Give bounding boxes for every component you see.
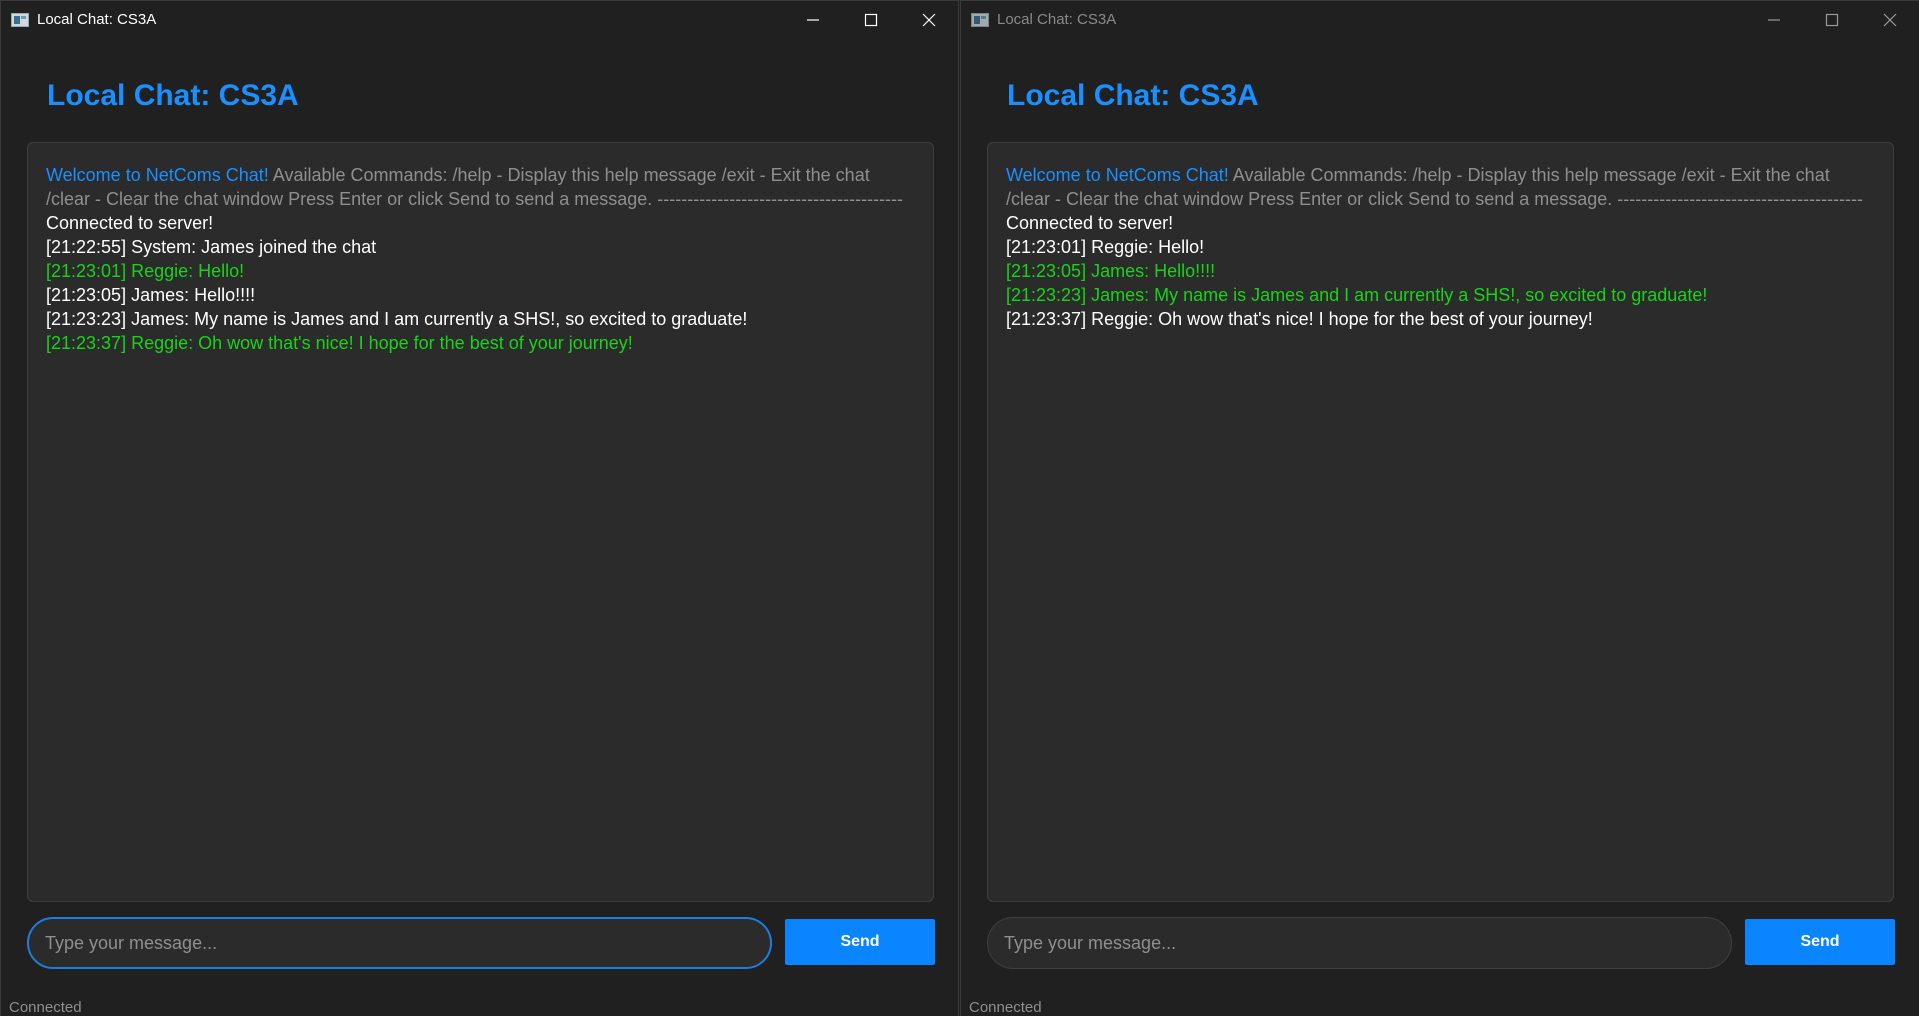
welcome-message: Welcome to NetComs Chat! Available Comma… [1006,163,1875,211]
chat-log[interactable]: Welcome to NetComs Chat! Available Comma… [27,142,934,902]
title-bar[interactable]: Local Chat: CS3A [1,1,958,39]
maximize-button[interactable] [842,1,900,39]
app-icon [11,13,29,27]
chat-message: [21:23:05] James: Hello!!!! [46,285,256,305]
minimize-button[interactable] [1745,1,1803,39]
connection-status: Connected [9,999,82,1016]
window-title: Local Chat: CS3A [37,11,157,28]
chat-message: [21:23:01] Reggie: Hello! [46,261,245,281]
chat-message: [21:23:23] James: My name is James and I… [46,309,748,329]
chat-message: [21:23:23] James: My name is James and I… [1006,285,1708,305]
chat-message: [21:23:37] Reggie: Oh wow that's nice! I… [1006,309,1593,329]
maximize-icon [1825,13,1839,27]
chat-message: Connected to server! [46,213,214,233]
chat-heading: Local Chat: CS3A [1007,79,1259,112]
send-button[interactable]: Send [1745,919,1895,965]
welcome-message: Welcome to NetComs Chat! Available Comma… [46,163,915,211]
chat-log[interactable]: Welcome to NetComs Chat! Available Comma… [987,142,1894,902]
minimize-button[interactable] [784,1,842,39]
minimize-icon [807,19,819,21]
maximize-button[interactable] [1803,1,1861,39]
connection-status: Connected [969,999,1042,1016]
title-bar[interactable]: Local Chat: CS3A [961,1,1919,39]
chat-message: [21:23:01] Reggie: Hello! [1006,237,1205,257]
close-icon [922,13,936,27]
window-title: Local Chat: CS3A [997,11,1117,28]
welcome-title: Welcome to NetComs Chat! [46,165,269,185]
close-button[interactable] [900,1,958,39]
close-icon [1883,13,1897,27]
chat-message: [21:23:05] James: Hello!!!! [1006,261,1216,281]
app-icon [971,13,989,27]
close-button[interactable] [1861,1,1919,39]
welcome-title: Welcome to NetComs Chat! [1006,165,1229,185]
minimize-icon [1768,19,1780,21]
chat-message: Connected to server! [1006,213,1174,233]
send-button[interactable]: Send [785,919,935,965]
message-input[interactable] [987,917,1732,969]
maximize-icon [864,13,878,27]
message-input[interactable] [27,917,772,969]
chat-message: [21:23:37] Reggie: Oh wow that's nice! I… [46,333,633,353]
chat-heading: Local Chat: CS3A [47,79,299,112]
chat-window-left: Local Chat: CS3A Local Chat: CS3A Welcom… [0,0,959,1016]
chat-message: [21:22:55] System: James joined the chat [46,237,377,257]
chat-window-right: Local Chat: CS3A Local Chat: CS3A Welcom… [960,0,1919,1016]
